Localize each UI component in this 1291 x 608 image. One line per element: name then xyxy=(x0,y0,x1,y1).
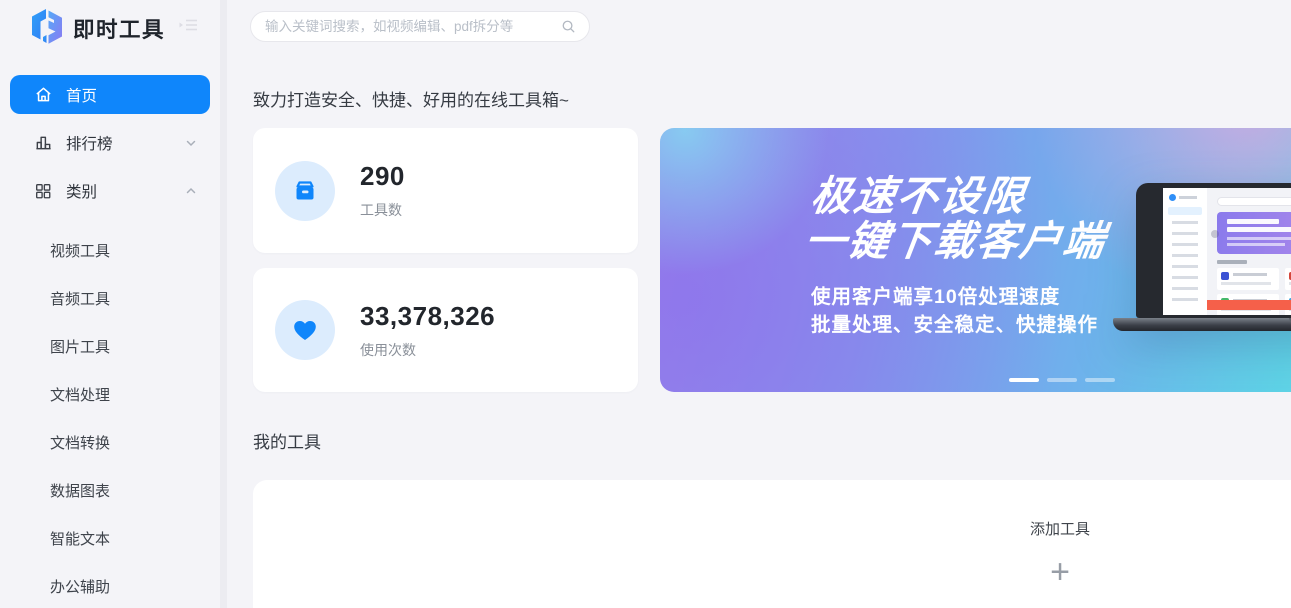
stat-value-usage: 33,378,326 xyxy=(360,301,495,332)
sidebar-item-home[interactable]: 首页 xyxy=(10,75,210,114)
search-icon[interactable] xyxy=(561,19,576,34)
logo-icon xyxy=(28,8,66,48)
banner-subtitle-line2: 批量处理、安全稳定、快捷操作 xyxy=(811,311,1098,339)
stat-value-tools: 290 xyxy=(360,161,405,192)
search-bar xyxy=(250,11,590,42)
stat-card-usage: 33,378,326 使用次数 xyxy=(253,268,638,392)
sidebar-category-item[interactable]: 文档转换 xyxy=(0,418,220,466)
sidebar-category-item[interactable]: 视频工具 xyxy=(0,226,220,274)
my-tools-title: 我的工具 xyxy=(253,428,321,453)
laptop-screen-content xyxy=(1163,188,1291,315)
stat-card-tools: 290 工具数 xyxy=(253,128,638,253)
logo[interactable]: 即时工具 xyxy=(28,7,165,49)
sidebar-category-item[interactable]: 文档处理 xyxy=(0,370,220,418)
banner-headline-line2: 一键下载客户端 xyxy=(802,219,1109,264)
carousel-dots xyxy=(1009,378,1115,382)
sidebar-collapse-icon[interactable] xyxy=(178,17,198,38)
sidebar-category-item[interactable]: 数据图表 xyxy=(0,466,220,514)
sidebar-category-item[interactable]: 办公辅助 xyxy=(0,562,220,608)
laptop-screen xyxy=(1136,183,1291,318)
laptop-mockup xyxy=(1113,183,1291,333)
stat-label-tools: 工具数 xyxy=(360,200,405,220)
plus-icon[interactable]: + xyxy=(1030,557,1090,587)
sidebar-category-list: 视频工具音频工具图片工具文档处理文档转换数据图表智能文本办公辅助 xyxy=(0,226,220,608)
toolbox-icon xyxy=(275,161,335,221)
sidebar-item-label: 排行榜 xyxy=(66,132,113,154)
banner-subtitle: 使用客户端享10倍处理速度 批量处理、安全稳定、快捷操作 xyxy=(811,283,1098,339)
promo-banner[interactable]: 极速不设限 一键下载客户端 使用客户端享10倍处理速度 批量处理、安全稳定、快捷… xyxy=(660,128,1291,392)
category-icon xyxy=(33,181,53,201)
chevron-down-icon xyxy=(185,137,197,149)
sidebar-item-category[interactable]: 类别 xyxy=(10,171,210,210)
stat-label-usage: 使用次数 xyxy=(360,340,495,360)
sidebar-divider xyxy=(220,0,227,608)
carousel-dot[interactable] xyxy=(1047,378,1077,382)
sidebar-category-item[interactable]: 音频工具 xyxy=(0,274,220,322)
chevron-up-icon xyxy=(185,185,197,197)
page-tagline: 致力打造安全、快捷、好用的在线工具箱~ xyxy=(253,86,569,111)
add-tool-button[interactable]: 添加工具 + xyxy=(1030,518,1090,587)
home-icon xyxy=(33,85,53,105)
carousel-dot[interactable] xyxy=(1009,378,1039,382)
carousel-dot[interactable] xyxy=(1085,378,1115,382)
sidebar-item-label: 类别 xyxy=(66,180,97,202)
logo-text: 即时工具 xyxy=(73,13,165,44)
search-input[interactable] xyxy=(251,19,561,34)
sidebar-category-item[interactable]: 智能文本 xyxy=(0,514,220,562)
sidebar-item-label: 首页 xyxy=(66,84,97,106)
ranking-icon xyxy=(33,133,53,153)
sidebar-category-item[interactable]: 图片工具 xyxy=(0,322,220,370)
banner-headline: 极速不设限 一键下载客户端 xyxy=(802,174,1116,264)
app-window: 即时工具 首页 xyxy=(0,0,1291,608)
my-tools-card: 添加工具 + xyxy=(253,480,1291,608)
add-tool-label: 添加工具 xyxy=(1030,518,1090,539)
banner-headline-line1: 极速不设限 xyxy=(808,174,1115,219)
sidebar-item-ranking[interactable]: 排行榜 xyxy=(10,123,210,162)
heart-icon xyxy=(275,300,335,360)
sidebar: 即时工具 首页 xyxy=(0,0,220,608)
banner-subtitle-line1: 使用客户端享10倍处理速度 xyxy=(811,283,1098,311)
laptop-base xyxy=(1113,318,1291,331)
